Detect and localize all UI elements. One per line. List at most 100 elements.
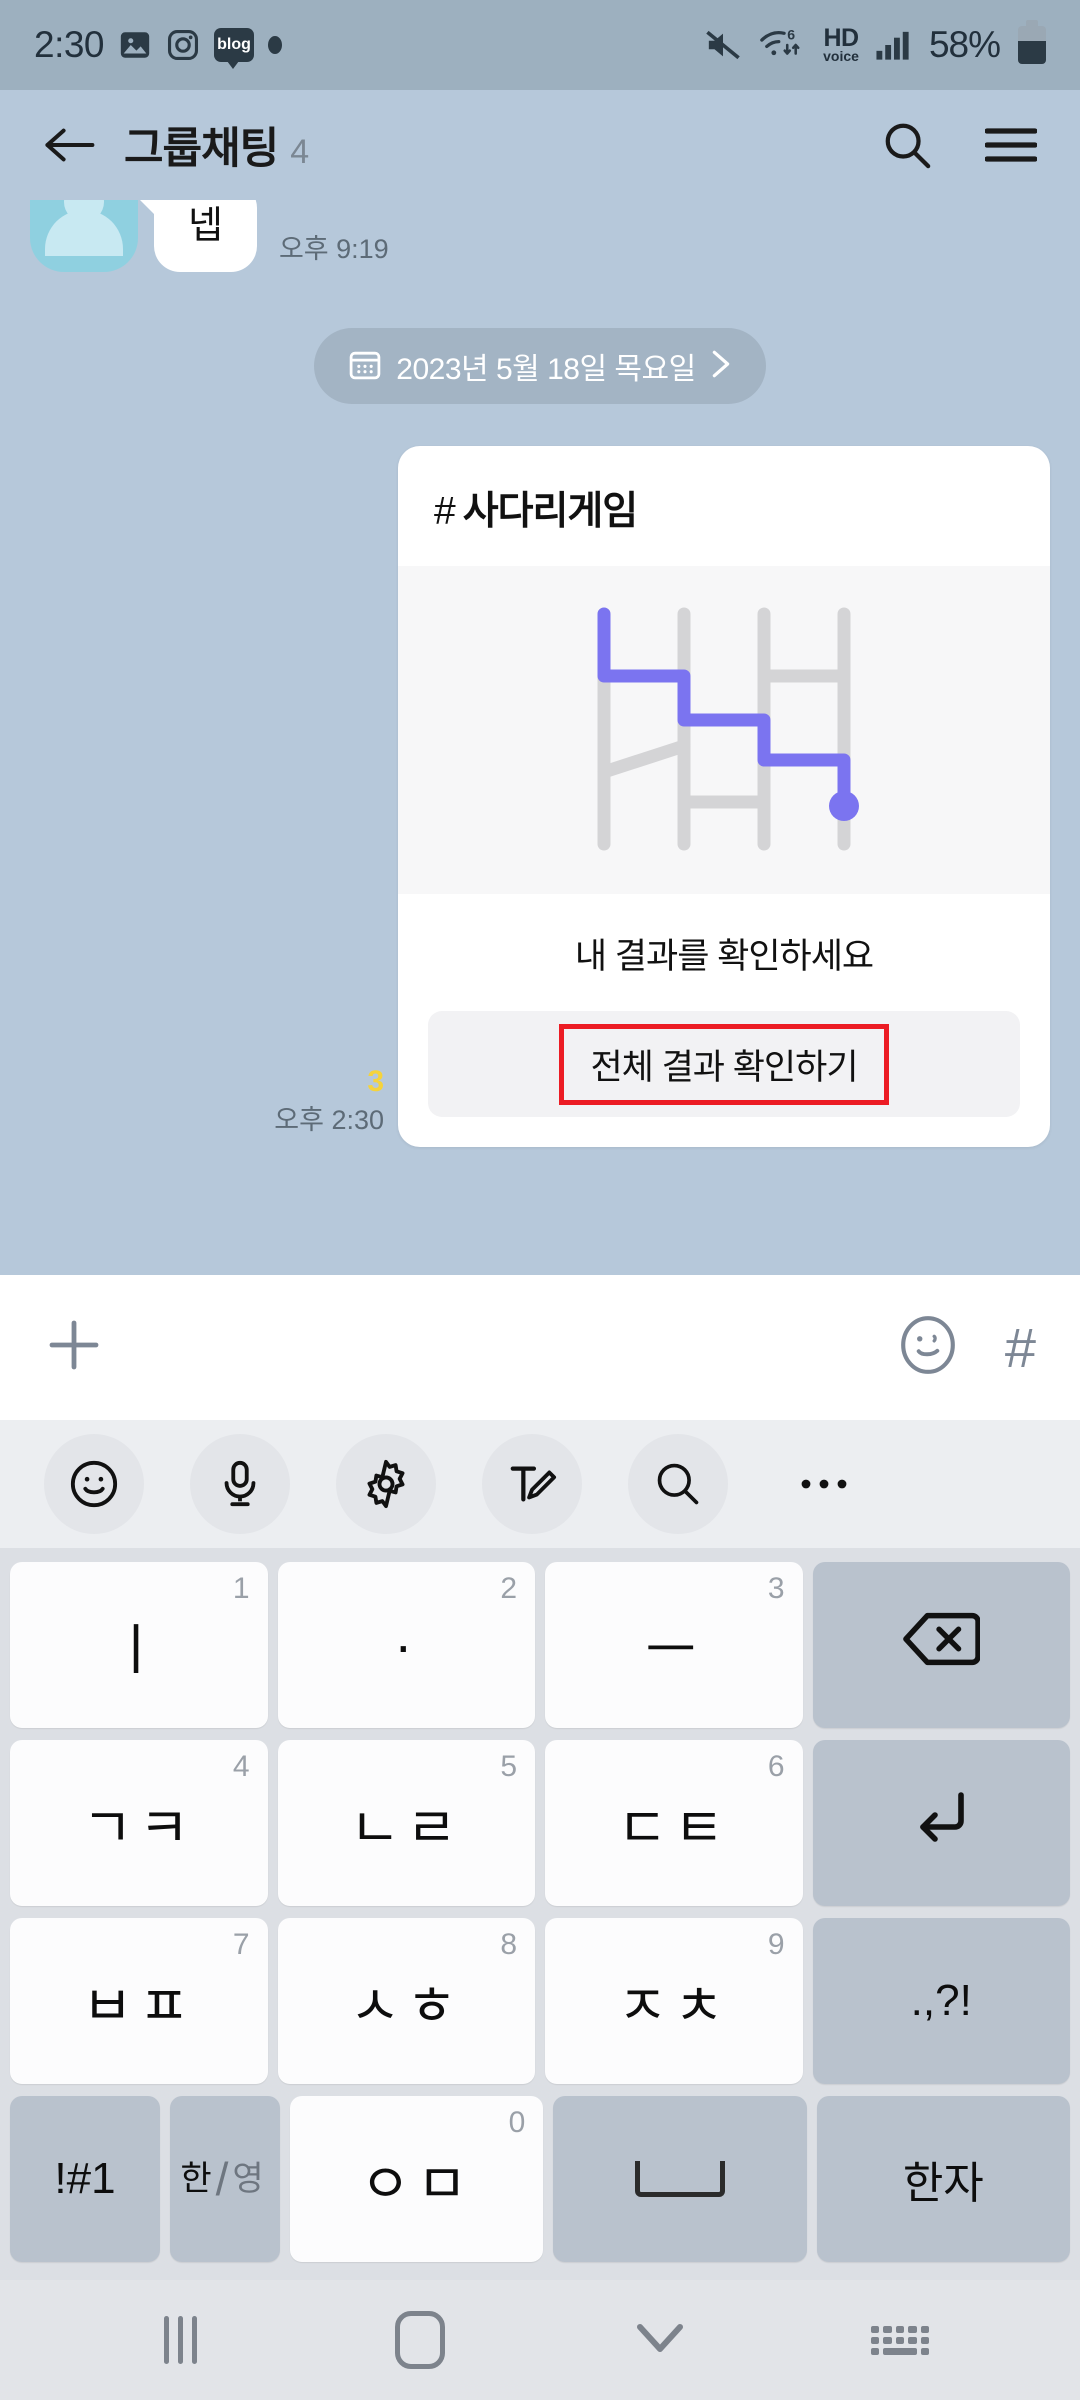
lang-english: 영 <box>232 2160 270 2198</box>
ladder-game-card[interactable]: # 사다리게임 내 결과를 확인하세요 전체 결과 확인하기 <box>398 446 1050 1147</box>
card-title-text: 사다리게임 <box>462 490 638 533</box>
enter-key[interactable] <box>812 1740 1070 1906</box>
key-label: ㅣ <box>110 1619 168 1681</box>
keyboard-row-1: ㅣ 1 · 2 ㅡ 3 <box>10 1562 1070 1728</box>
back-button[interactable] <box>38 114 100 176</box>
message-row-game-card: 3 오후 2:30 # 사다리게임 내 결과를 확인하세요 전체 결과 확인하기 <box>30 446 1050 1147</box>
emoji-icon[interactable] <box>44 1434 144 1534</box>
system-nav-bar <box>0 2280 1080 2400</box>
voice-label: voice <box>823 48 859 65</box>
calendar-icon <box>348 347 382 386</box>
message-bubble[interactable]: 넵 <box>138 200 257 272</box>
avatar-body <box>45 210 123 256</box>
key-number: 8 <box>500 1928 517 1961</box>
battery-icon <box>1018 20 1046 64</box>
home-button[interactable] <box>360 2295 480 2385</box>
status-bar: 2:30 blog 6 HD voice 58% <box>0 0 1080 90</box>
microphone-icon[interactable] <box>190 1434 290 1534</box>
key-s-h[interactable]: ㅅㅎ 8 <box>277 1918 535 2084</box>
key-j-ch[interactable]: ㅈㅊ 9 <box>545 1918 803 2084</box>
settings-gear-icon[interactable] <box>336 1434 436 1534</box>
card-meta: 3 오후 2:30 <box>274 1065 384 1147</box>
ladder-svg <box>597 607 859 851</box>
hashtag-icon[interactable]: # <box>1005 1319 1036 1376</box>
key-i[interactable]: ㅣ 1 <box>10 1562 268 1728</box>
language-toggle-label: 한 / 영 <box>180 2156 269 2202</box>
app-bar: 그룹채팅 4 <box>0 90 1080 200</box>
key-label: ㅈㅊ <box>617 1975 731 2037</box>
date-divider: 2023년 5월 18일 목요일 <box>30 328 1050 404</box>
home-icon <box>395 2311 445 2369</box>
chat-title-wrap[interactable]: 그룹채팅 4 <box>124 114 309 176</box>
key-number: 0 <box>508 2106 526 2139</box>
ladder-game-illustration <box>398 566 1050 894</box>
card-subtitle: 내 결과를 확인하세요 <box>574 937 874 976</box>
keyboard-keys: ㅣ 1 · 2 ㅡ 3 ㄱㅋ 4 ㄴㄹ 5 ㄷㅌ 6 ㅂㅍ 7 ㅅㅎ 8 ㅈㅊ … <box>0 1548 1080 2262</box>
key-n-r[interactable]: ㄴㄹ 5 <box>277 1740 535 1906</box>
key-eu[interactable]: ㅡ 3 <box>545 1562 803 1728</box>
key-d-t[interactable]: ㄷㅌ 6 <box>545 1740 803 1906</box>
key-b-p[interactable]: ㅂㅍ 7 <box>10 1918 268 2084</box>
key-number: 5 <box>500 1750 517 1783</box>
hd-label: HD <box>823 24 859 53</box>
key-label: ㅅㅎ <box>349 1975 463 2037</box>
key-label: ㅂㅍ <box>82 1975 196 2037</box>
space-key[interactable] <box>553 2096 807 2262</box>
message-timestamp: 오후 9:19 <box>278 234 389 264</box>
card-body: 내 결과를 확인하세요 전체 결과 확인하기 <box>398 894 1050 1147</box>
recents-button[interactable] <box>120 2295 240 2385</box>
keyboard-row-3: ㅂㅍ 7 ㅅㅎ 8 ㅈㅊ 9 .,?! <box>10 1918 1070 2084</box>
handwriting-icon[interactable] <box>482 1434 582 1534</box>
key-label: · <box>394 1614 419 1676</box>
hamburger-menu-button[interactable] <box>980 114 1042 176</box>
unread-count-badge: 3 <box>367 1065 384 1098</box>
chat-scroll-area[interactable]: 넵 오후 9:19 2023년 5월 18일 목요일 3 오후 2:30 # 사… <box>0 200 1080 1275</box>
key-ng-m[interactable]: ㅇㅁ 0 <box>290 2096 544 2262</box>
language-toggle-key[interactable]: 한 / 영 <box>170 2096 280 2262</box>
chevron-down-icon <box>636 2321 684 2360</box>
date-label: 2023년 5월 18일 목요일 <box>396 353 696 386</box>
symbols-key[interactable]: !#1 <box>10 2096 160 2262</box>
more-options-icon[interactable] <box>774 1434 874 1534</box>
card-timestamp: 오후 2:30 <box>274 1105 384 1135</box>
hide-keyboard-button[interactable] <box>600 2295 720 2385</box>
key-g-k[interactable]: ㄱㅋ 4 <box>10 1740 268 1906</box>
hanja-key[interactable]: 한자 <box>816 2096 1070 2262</box>
chevron-right-icon <box>710 349 732 384</box>
lang-korean: 한 <box>180 2160 218 2198</box>
page-title: 그룹채팅 <box>124 125 279 173</box>
view-all-results-button[interactable]: 전체 결과 확인하기 <box>428 1011 1020 1117</box>
date-chip[interactable]: 2023년 5월 18일 목요일 <box>314 328 766 404</box>
key-number: 6 <box>767 1750 785 1783</box>
key-label: ㄱㅋ <box>82 1797 196 1859</box>
message-row-incoming: 넵 오후 9:19 <box>30 200 1050 272</box>
app-bar-actions <box>876 114 1042 176</box>
search-icon[interactable] <box>628 1434 728 1534</box>
key-dot[interactable]: · 2 <box>277 1562 535 1728</box>
keyboard-switch-button[interactable] <box>840 2295 960 2385</box>
recents-icon <box>163 2316 197 2364</box>
backspace-key[interactable] <box>812 1562 1070 1728</box>
message-input-bar: # <box>0 1275 1080 1420</box>
punctuation-key[interactable]: .,?! <box>812 1918 1070 2084</box>
status-bar-right: 6 HD voice 58% <box>703 20 1046 66</box>
key-number: 3 <box>767 1572 785 1605</box>
blog-icon: blog <box>214 28 255 69</box>
key-label: ㅡ <box>645 1619 703 1681</box>
avatar[interactable] <box>30 200 138 272</box>
search-button[interactable] <box>876 114 938 176</box>
plus-icon[interactable] <box>44 1315 104 1380</box>
phone-screen: 2:30 blog 6 HD voice 58% 그룹채팅 4 넵 오후 9:1… <box>0 0 1080 2400</box>
key-number: 1 <box>232 1572 250 1605</box>
key-number: 2 <box>500 1572 517 1605</box>
dot-icon <box>268 36 283 54</box>
key-label: ㄷㅌ <box>617 1797 731 1859</box>
hash-symbol: # <box>434 490 456 533</box>
key-number: 7 <box>232 1928 250 1961</box>
status-bar-clock: 2:30 <box>34 24 105 65</box>
emoji-face-icon[interactable] <box>897 1314 959 1381</box>
member-count: 4 <box>290 133 310 171</box>
keyboard: ㅣ 1 · 2 ㅡ 3 ㄱㅋ 4 ㄴㄹ 5 ㄷㅌ 6 ㅂㅍ 7 ㅅㅎ 8 ㅈㅊ … <box>0 1420 1080 2280</box>
backspace-icon <box>902 1611 982 1680</box>
key-number: 9 <box>767 1928 785 1961</box>
